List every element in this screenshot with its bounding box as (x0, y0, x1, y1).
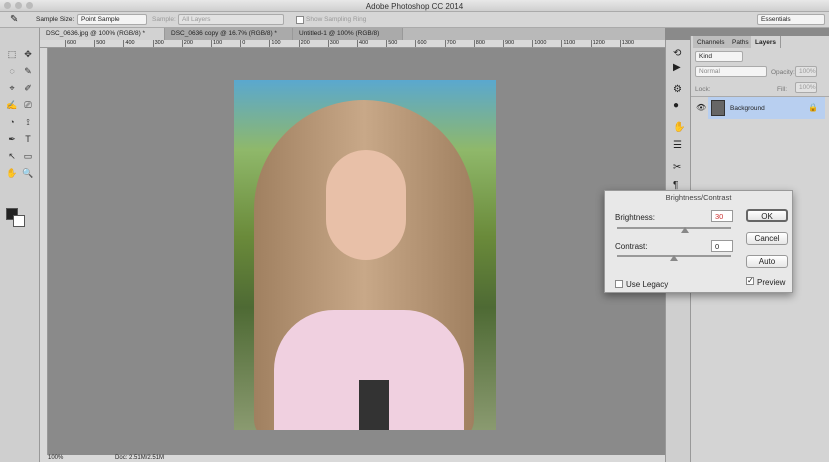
dialog-title: Brightness/Contrast (665, 193, 732, 202)
use-legacy-label: Use Legacy (626, 280, 669, 289)
brush-tool-icon[interactable]: ✍ (6, 99, 18, 111)
vertical-ruler (40, 48, 48, 455)
crop-tool-icon[interactable]: ✐ (22, 82, 34, 94)
opacity-label: Opacity: (771, 69, 795, 76)
title-bar: Adobe Photoshop CC 2014 (0, 0, 829, 12)
contrast-input[interactable]: 0 (711, 240, 733, 252)
brightness-slider[interactable] (617, 227, 731, 229)
opacity-input[interactable]: 100% (795, 66, 817, 77)
ruler-label: 400 (357, 40, 369, 47)
layer-thumbnail (711, 100, 725, 116)
properties-icon[interactable]: ☰ (673, 140, 682, 151)
adjustments-icon[interactable]: ⚙ (673, 84, 682, 95)
sample-label: Sample: (152, 16, 176, 23)
pen-tool-icon[interactable]: ✒ (6, 133, 18, 145)
lock-label: Lock: (695, 86, 711, 93)
shape-tool-icon[interactable]: ▭ (22, 150, 34, 162)
preview-checkbox[interactable]: ✓ (746, 277, 754, 285)
preview-label: Preview (757, 278, 786, 287)
sampling-ring-label: Show Sampling Ring (306, 16, 367, 23)
ruler-label: 1100 (561, 40, 576, 47)
sample-size-select[interactable]: Point Sample (77, 14, 147, 25)
ok-button[interactable]: OK (746, 209, 788, 222)
ruler-label: 200 (298, 40, 310, 47)
eyedropper-icon[interactable]: ✎ (10, 14, 18, 25)
sample-size-label: Sample Size: (36, 16, 75, 23)
brightness-contrast-dialog: Brightness/Contrast Brightness: 30 Contr… (604, 190, 793, 293)
path-select-tool-icon[interactable]: ↖ (6, 150, 18, 162)
zoom-level[interactable]: 100% (48, 455, 63, 461)
document-tabs: DSC_0636.jpg @ 100% (RGB/8) * DSC_0636 c… (40, 28, 665, 40)
document-image (234, 80, 496, 430)
brush-icon[interactable]: ✋ (673, 122, 685, 133)
window-title: Adobe Photoshop CC 2014 (365, 2, 464, 11)
ruler-label: 600 (415, 40, 427, 47)
tab-dsc-0636-copy[interactable]: DSC_0636 copy @ 16.7% (RGB/8) * (165, 28, 293, 40)
burn-tool-icon[interactable]: ⟟ (22, 116, 34, 128)
use-legacy-checkbox[interactable] (615, 280, 623, 288)
brightness-input[interactable]: 30 (711, 210, 733, 222)
cancel-button[interactable]: Cancel (746, 232, 788, 245)
background-color-swatch[interactable] (13, 215, 25, 227)
actions-play-icon[interactable]: ▶ (673, 62, 681, 73)
ruler-label: 100 (211, 40, 223, 47)
ruler-label: 500 (386, 40, 398, 47)
type-tool-icon[interactable]: T (22, 133, 34, 145)
ruler-label: 700 (444, 40, 456, 47)
layer-name: Background (730, 105, 765, 112)
layer-row-background[interactable]: 👁 Background 🔒 (691, 96, 829, 119)
zoom-tool-icon[interactable]: 🔍 (22, 167, 34, 179)
ruler-label: 800 (473, 40, 485, 47)
contrast-label: Contrast: (615, 242, 648, 251)
auto-button[interactable]: Auto (746, 255, 788, 268)
horizontal-ruler: 600 500 400 300 200 100 0 100 200 300 400 500 600 700… (40, 40, 665, 48)
sampling-ring-checkbox[interactable] (296, 16, 304, 24)
workspace-select[interactable]: Essentials (757, 14, 825, 25)
blend-mode-select[interactable]: Normal (695, 66, 767, 77)
ruler-label: 0 (240, 40, 246, 47)
ruler-label: 1300 (619, 40, 635, 47)
contrast-slider-thumb[interactable] (670, 255, 678, 261)
hand-tool-icon[interactable]: ✋ (6, 167, 18, 179)
lock-icon: 🔒 (808, 103, 818, 112)
fill-input[interactable]: 100% (795, 82, 817, 93)
lasso-tool-icon[interactable]: ◌ (6, 65, 18, 77)
layer-kind-filter[interactable]: Kind (695, 51, 743, 62)
ruler-label: 400 (123, 40, 135, 47)
tab-paths[interactable]: Paths (728, 36, 754, 48)
tab-layers[interactable]: Layers (751, 36, 781, 48)
status-bar: 100% Doc: 2.51M/2.51M (40, 455, 665, 462)
eyedropper-tool-icon[interactable]: ✎ (22, 65, 34, 77)
ruler-label: 600 (65, 40, 77, 47)
tab-channels[interactable]: Channels (693, 36, 730, 48)
doc-size: Doc: 2.51M/2.51M (115, 455, 165, 461)
stamp-tool-icon[interactable]: ⎚ (22, 99, 34, 111)
quick-select-tool-icon[interactable]: ⌖ (6, 82, 18, 94)
tab-dsc-0636[interactable]: DSC_0636.jpg @ 100% (RGB/8) * (40, 28, 165, 40)
tools-panel: ⬚ ✥ ◌ ✎ ⌖ ✐ ✍ ⎚ ◔ ⟟ ✒ T ↖ ▭ ✋ 🔍 (0, 28, 40, 462)
brightness-label: Brightness: (615, 213, 656, 222)
ruler-label: 500 (94, 40, 106, 47)
fill-label: Fill: (777, 86, 788, 93)
ruler-label: 900 (503, 40, 515, 47)
ruler-label: 200 (181, 40, 193, 47)
tab-untitled-1[interactable]: Untitled-1 @ 100% (RGB/8) (293, 28, 403, 40)
ruler-label: 1000 (532, 40, 547, 47)
move-tool-icon[interactable]: ✥ (22, 48, 34, 60)
info-icon[interactable]: ● (673, 100, 679, 111)
visibility-eye-icon[interactable]: 👁 (696, 103, 706, 112)
history-icon[interactable]: ⟲ (673, 48, 681, 59)
ruler-label: 1200 (590, 40, 605, 47)
marquee-tool-icon[interactable]: ⬚ (6, 48, 18, 60)
sample-select[interactable]: All Layers (178, 14, 284, 25)
ruler-label: 300 (152, 40, 164, 47)
options-bar: ✎ Sample Size: Point Sample Sample: All … (0, 12, 829, 28)
brightness-slider-thumb[interactable] (681, 227, 690, 233)
tools-icon[interactable]: ✂ (673, 162, 681, 173)
ruler-label: 300 (327, 40, 339, 47)
ruler-label: 100 (269, 40, 281, 47)
eraser-tool-icon[interactable]: ◔ (6, 116, 18, 128)
